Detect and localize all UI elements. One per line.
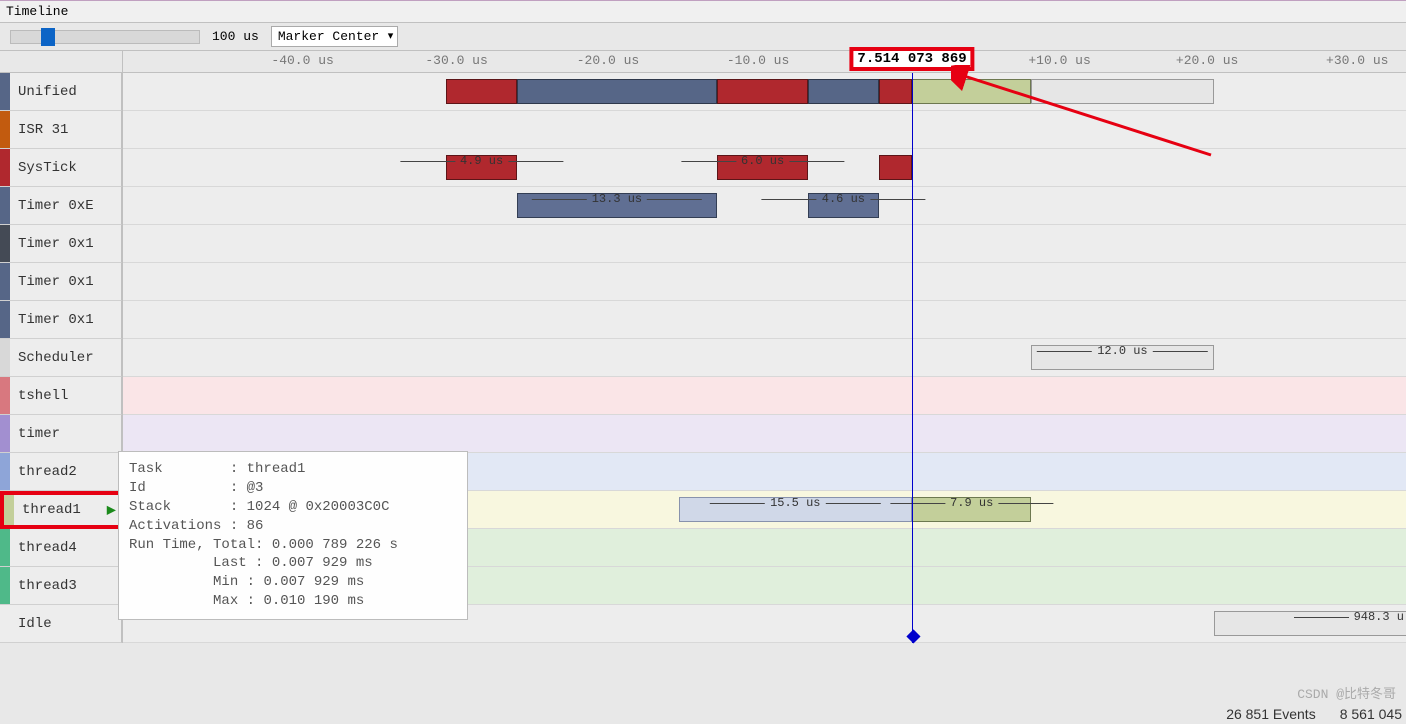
bar[interactable] <box>717 79 808 104</box>
bar-duration: 15.5 us <box>770 496 820 510</box>
row-label-scheduler[interactable]: Scheduler <box>0 339 122 377</box>
bar[interactable]: 12.0 us <box>1031 345 1213 370</box>
row-label-thread2[interactable]: thread2 <box>0 453 122 491</box>
track-unified[interactable] <box>123 73 1406 111</box>
row-label-tshell[interactable]: tshell <box>0 377 122 415</box>
bar[interactable] <box>879 79 912 104</box>
row-label-thread3[interactable]: thread3 <box>0 567 122 605</box>
bar[interactable]: 7.9 us <box>912 497 1031 522</box>
track-isr31[interactable] <box>123 111 1406 149</box>
ruler-track[interactable]: -40.0 us -30.0 us -20.0 us -10.0 us 7.51… <box>122 51 1406 72</box>
bar-duration: 4.6 us <box>822 192 865 206</box>
tick: +10.0 us <box>1028 53 1090 68</box>
bar[interactable]: 4.9 us <box>446 155 517 180</box>
row-label-timer[interactable]: timer <box>0 415 122 453</box>
row-label-unified[interactable]: Unified <box>0 73 122 111</box>
track-systick[interactable]: 4.9 us 6.0 us <box>123 149 1406 187</box>
status-events: 26 851 Events <box>1226 706 1316 722</box>
bar[interactable] <box>879 155 912 180</box>
row-label-timer0x1-a[interactable]: Timer 0x1 <box>0 225 122 263</box>
row-label-idle[interactable]: Idle <box>0 605 122 643</box>
tick: -10.0 us <box>727 53 789 68</box>
bar-duration: 7.9 us <box>950 496 993 510</box>
row-label-thread1[interactable]: thread1▶ <box>0 491 122 529</box>
status-right: 8 561 045 <box>1340 706 1402 722</box>
track-timer0x1-b[interactable] <box>123 263 1406 301</box>
tick: -20.0 us <box>577 53 639 68</box>
zoom-label: 100 us <box>212 29 259 44</box>
track-timer0x1-a[interactable] <box>123 225 1406 263</box>
track-timer0x1-c[interactable] <box>123 301 1406 339</box>
bar-duration: 948.3 u <box>1354 610 1404 624</box>
bar-duration: 13.3 us <box>592 192 642 206</box>
row-label-systick[interactable]: SysTick <box>0 149 122 187</box>
bar[interactable] <box>1031 79 1213 104</box>
bar-duration: 12.0 us <box>1097 344 1147 358</box>
row-label-timer0x1-b[interactable]: Timer 0x1 <box>0 263 122 301</box>
title-bar: Timeline <box>0 0 1406 23</box>
bar[interactable] <box>912 79 1031 104</box>
tick: -40.0 us <box>271 53 333 68</box>
bar[interactable] <box>446 79 517 104</box>
track-timer0xe[interactable]: 13.3 us 4.6 us <box>123 187 1406 225</box>
row-label-timer0xe[interactable]: Timer 0xE <box>0 187 122 225</box>
bar-duration: 6.0 us <box>741 154 784 168</box>
track-scheduler[interactable]: 12.0 us <box>123 339 1406 377</box>
row-label-thread4[interactable]: thread4 <box>0 529 122 567</box>
bar[interactable]: 4.6 us <box>808 193 879 218</box>
zoom-slider[interactable] <box>10 30 200 44</box>
tick: +30.0 us <box>1326 53 1388 68</box>
task-tooltip: Task : thread1 Id : @3 Stack : 1024 @ 0x… <box>118 451 468 620</box>
watermark: CSDN @比特冬哥 <box>1297 683 1396 702</box>
marker-mode-dropdown[interactable]: Marker Center <box>271 26 398 47</box>
row-labels-column: Unified ISR 31 SysTick Timer 0xE Timer 0… <box>0 73 122 643</box>
bar[interactable]: 13.3 us <box>517 193 717 218</box>
time-ruler[interactable]: -40.0 us -30.0 us -20.0 us -10.0 us 7.51… <box>0 51 1406 73</box>
status-bar: 26 851 Events 8 561 045 <box>1226 706 1402 722</box>
bar[interactable]: 948.3 u <box>1214 611 1406 636</box>
row-label-isr31[interactable]: ISR 31 <box>0 111 122 149</box>
marker-time[interactable]: 7.514 073 869 <box>849 47 974 71</box>
slider-thumb[interactable] <box>41 28 55 46</box>
toolbar: 100 us Marker Center <box>0 23 1406 51</box>
window-title: Timeline <box>6 4 68 19</box>
track-tshell[interactable] <box>123 377 1406 415</box>
bar[interactable]: 6.0 us <box>717 155 808 180</box>
row-label-timer0x1-c[interactable]: Timer 0x1 <box>0 301 122 339</box>
tick: +20.0 us <box>1176 53 1238 68</box>
dropdown-value: Marker Center <box>278 29 379 44</box>
bar[interactable] <box>517 79 717 104</box>
tick: -30.0 us <box>425 53 487 68</box>
track-timer[interactable] <box>123 415 1406 453</box>
bar-duration: 4.9 us <box>460 154 503 168</box>
bar[interactable] <box>808 79 879 104</box>
play-icon: ▶ <box>107 503 116 518</box>
bar[interactable]: 15.5 us <box>679 497 913 522</box>
